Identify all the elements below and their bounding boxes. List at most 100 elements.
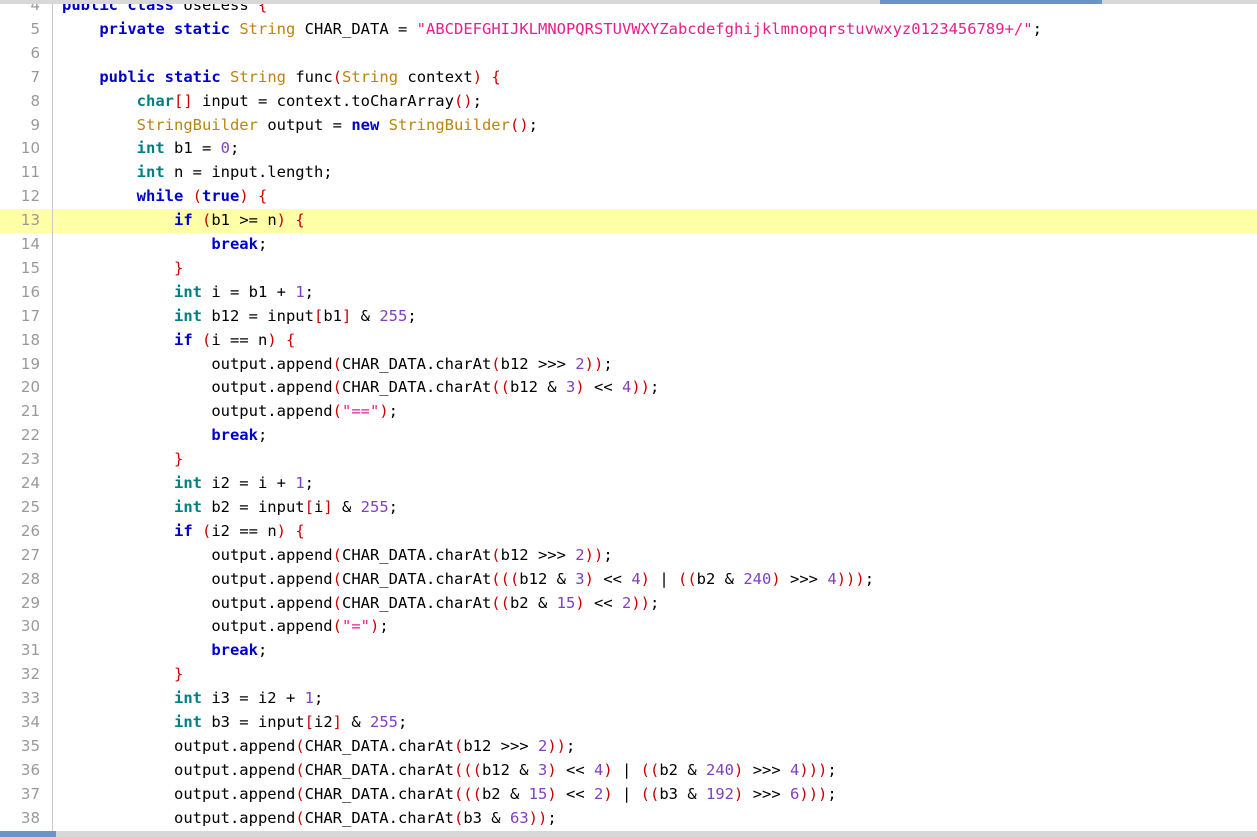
- code-line[interactable]: 6: [0, 42, 1257, 66]
- token-br: ): [547, 784, 557, 803]
- token-br: ): [369, 617, 380, 636]
- token-type: String: [230, 67, 287, 86]
- code-line[interactable]: 30 output.append("=");: [0, 615, 1257, 639]
- code-line[interactable]: 10 int b1 = 0;: [0, 137, 1257, 161]
- code-line[interactable]: 27 output.append(CHAR_DATA.charAt(b12 >>…: [0, 544, 1257, 568]
- line-content[interactable]: break;: [62, 233, 267, 257]
- token-br: )): [631, 378, 650, 397]
- line-number: 11: [20, 163, 40, 182]
- line-content[interactable]: output.append(CHAR_DATA.charAt(b12 >>> 2…: [62, 353, 613, 377]
- scrollbar-thumb-bottom[interactable]: [0, 831, 56, 837]
- code-editor-viewport[interactable]: 4 public class UseLess {5 private static …: [0, 0, 1257, 837]
- line-content[interactable]: int b1 = 0;: [62, 137, 240, 161]
- code-line[interactable]: 26 if (i2 == n) {: [0, 520, 1257, 544]
- line-content[interactable]: char[] input = context.toCharArray();: [62, 90, 482, 114]
- code-line[interactable]: 33 int i3 = i2 + 1;: [0, 687, 1257, 711]
- line-content[interactable]: output.append(CHAR_DATA.charAt((b12 & 3)…: [62, 376, 659, 400]
- line-content[interactable]: break;: [62, 639, 267, 663]
- token-op: ;: [547, 808, 557, 827]
- line-content[interactable]: output.append(CHAR_DATA.charAt((b2 & 15)…: [62, 592, 659, 616]
- code-line[interactable]: 24 int i2 = i + 1;: [0, 472, 1257, 496]
- code-line[interactable]: 37 output.append(CHAR_DATA.charAt(((b2 &…: [0, 783, 1257, 807]
- line-content[interactable]: output.append(CHAR_DATA.charAt(b12 >>> 2…: [62, 544, 612, 568]
- token-br: {: [491, 67, 501, 86]
- code-line[interactable]: 21 output.append("==");: [0, 400, 1257, 424]
- code-line[interactable]: 31 break;: [0, 639, 1257, 663]
- token-br: )): [584, 545, 604, 564]
- code-line[interactable]: 18 if (i == n) {: [0, 329, 1257, 353]
- code-line[interactable]: 22 break;: [0, 424, 1257, 448]
- line-number: 15: [20, 258, 40, 277]
- line-content[interactable]: break;: [62, 424, 267, 448]
- line-content[interactable]: int i3 = i2 + 1;: [62, 687, 323, 711]
- code-line[interactable]: 36 output.append(CHAR_DATA.charAt(((b12 …: [0, 759, 1257, 783]
- line-content[interactable]: }: [62, 257, 183, 281]
- line-content[interactable]: int i = b1 + 1;: [62, 281, 314, 305]
- line-content[interactable]: if (b1 >= n) {: [62, 209, 305, 233]
- line-content[interactable]: StringBuilder output = new StringBuilder…: [62, 114, 538, 138]
- line-content[interactable]: private static String CHAR_DATA = "ABCDE…: [62, 18, 1042, 42]
- line-content[interactable]: int n = input.length;: [62, 161, 333, 185]
- code-line[interactable]: 8 char[] input = context.toCharArray();: [0, 90, 1257, 114]
- horizontal-scrollbar-bottom[interactable]: [0, 831, 1257, 837]
- code-line[interactable]: 13 if (b1 >= n) {: [0, 209, 1257, 233]
- line-number: 14: [20, 235, 40, 253]
- code-line[interactable]: 16 int i = b1 + 1;: [0, 281, 1257, 305]
- token-op: ;: [257, 641, 268, 660]
- token-op: [155, 68, 164, 86]
- token-num: 0: [220, 139, 230, 158]
- line-content[interactable]: output.append("=");: [62, 615, 388, 639]
- code-line[interactable]: 5 private static String CHAR_DATA = "ABC…: [0, 18, 1257, 42]
- token-op: ;: [603, 354, 613, 373]
- token-op: ;: [650, 378, 660, 397]
- scrollbar-thumb-top[interactable]: [880, 0, 1102, 4]
- code-line[interactable]: 11 int n = input.length;: [0, 161, 1257, 185]
- line-content[interactable]: output.append("==");: [62, 400, 398, 424]
- line-content[interactable]: output.append(CHAR_DATA.charAt(((b12 & 3…: [62, 759, 837, 783]
- code-line[interactable]: 20 output.append(CHAR_DATA.charAt((b12 &…: [0, 376, 1257, 400]
- token-br: )): [584, 354, 604, 373]
- code-line[interactable]: 7 public static String func(String conte…: [0, 66, 1257, 90]
- token-id: &: [342, 713, 370, 731]
- token-op: ;: [304, 282, 314, 301]
- token-id: func: [286, 67, 333, 86]
- line-content[interactable]: public static String func(String context…: [62, 66, 501, 90]
- code-line[interactable]: 14 break;: [0, 233, 1257, 257]
- line-content[interactable]: output.append(CHAR_DATA.charAt(((b12 & 3…: [62, 568, 874, 592]
- code-line[interactable]: 12 while (true) {: [0, 185, 1257, 209]
- code-line[interactable]: 25 int b2 = input[i] & 255;: [0, 496, 1257, 520]
- code-surface[interactable]: 4 public class UseLess {5 private static …: [0, 0, 1257, 837]
- code-line[interactable]: 15 }: [0, 257, 1257, 281]
- line-content[interactable]: output.append(CHAR_DATA.charAt(b3 & 63))…: [62, 807, 557, 831]
- line-content[interactable]: int b12 = input[b1] & 255;: [62, 305, 417, 329]
- code-line[interactable]: 23 }: [0, 448, 1257, 472]
- code-line[interactable]: 17 int b12 = input[b1] & 255;: [0, 305, 1257, 329]
- line-content[interactable]: int i2 = i + 1;: [62, 472, 314, 496]
- code-line[interactable]: 38 output.append(CHAR_DATA.charAt(b3 & 6…: [0, 807, 1257, 831]
- code-line[interactable]: 35 output.append(CHAR_DATA.charAt(b12 >>…: [0, 735, 1257, 759]
- code-line[interactable]: 32 }: [0, 663, 1257, 687]
- line-content[interactable]: if (i == n) {: [62, 329, 295, 353]
- line-content[interactable]: while (true) {: [62, 185, 268, 209]
- line-content[interactable]: }: [62, 663, 183, 687]
- horizontal-scrollbar-top[interactable]: [0, 0, 1257, 4]
- code-line[interactable]: 28 output.append(CHAR_DATA.charAt(((b12 …: [0, 568, 1257, 592]
- token-br: ): [575, 593, 585, 612]
- line-content[interactable]: output.append(CHAR_DATA.charAt(((b2 & 15…: [62, 783, 837, 807]
- line-content[interactable]: }: [62, 448, 183, 472]
- token-br: (: [332, 67, 343, 86]
- code-line[interactable]: 9 StringBuilder output = new StringBuild…: [0, 114, 1257, 138]
- token-op: ;: [827, 760, 837, 779]
- token-id: i2: [313, 713, 333, 731]
- line-content[interactable]: int b2 = input[i] & 255;: [62, 496, 398, 520]
- token-br: ))): [799, 784, 828, 803]
- line-content[interactable]: if (i2 == n) {: [62, 520, 305, 544]
- line-content[interactable]: int b3 = input[i2] & 255;: [62, 711, 407, 735]
- line-content[interactable]: output.append(CHAR_DATA.charAt(b12 >>> 2…: [62, 735, 575, 759]
- code-line[interactable]: 19 output.append(CHAR_DATA.charAt(b12 >>…: [0, 353, 1257, 377]
- code-line[interactable]: 34 int b3 = input[i2] & 255;: [0, 711, 1257, 735]
- code-line[interactable]: 29 output.append(CHAR_DATA.charAt((b2 & …: [0, 592, 1257, 616]
